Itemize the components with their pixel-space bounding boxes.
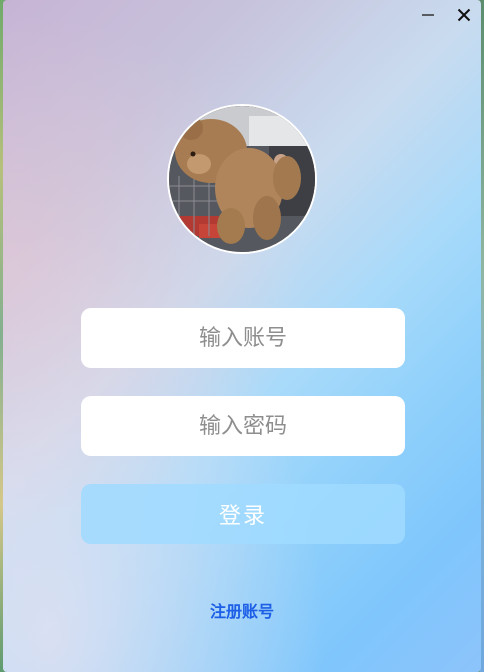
close-button[interactable] <box>451 4 477 26</box>
teddy-bear-photo <box>169 106 315 252</box>
account-input[interactable] <box>81 308 405 368</box>
minimize-icon <box>422 14 434 16</box>
close-icon <box>457 8 471 22</box>
password-input[interactable] <box>81 396 405 456</box>
avatar[interactable] <box>167 104 317 254</box>
window-controls <box>415 4 477 26</box>
login-window: 登录 注册账号 <box>3 0 481 672</box>
minimize-button[interactable] <box>415 4 441 26</box>
register-account-link[interactable]: 注册账号 <box>3 598 481 622</box>
login-button[interactable]: 登录 <box>81 484 405 544</box>
login-button-label: 登录 <box>218 504 267 529</box>
